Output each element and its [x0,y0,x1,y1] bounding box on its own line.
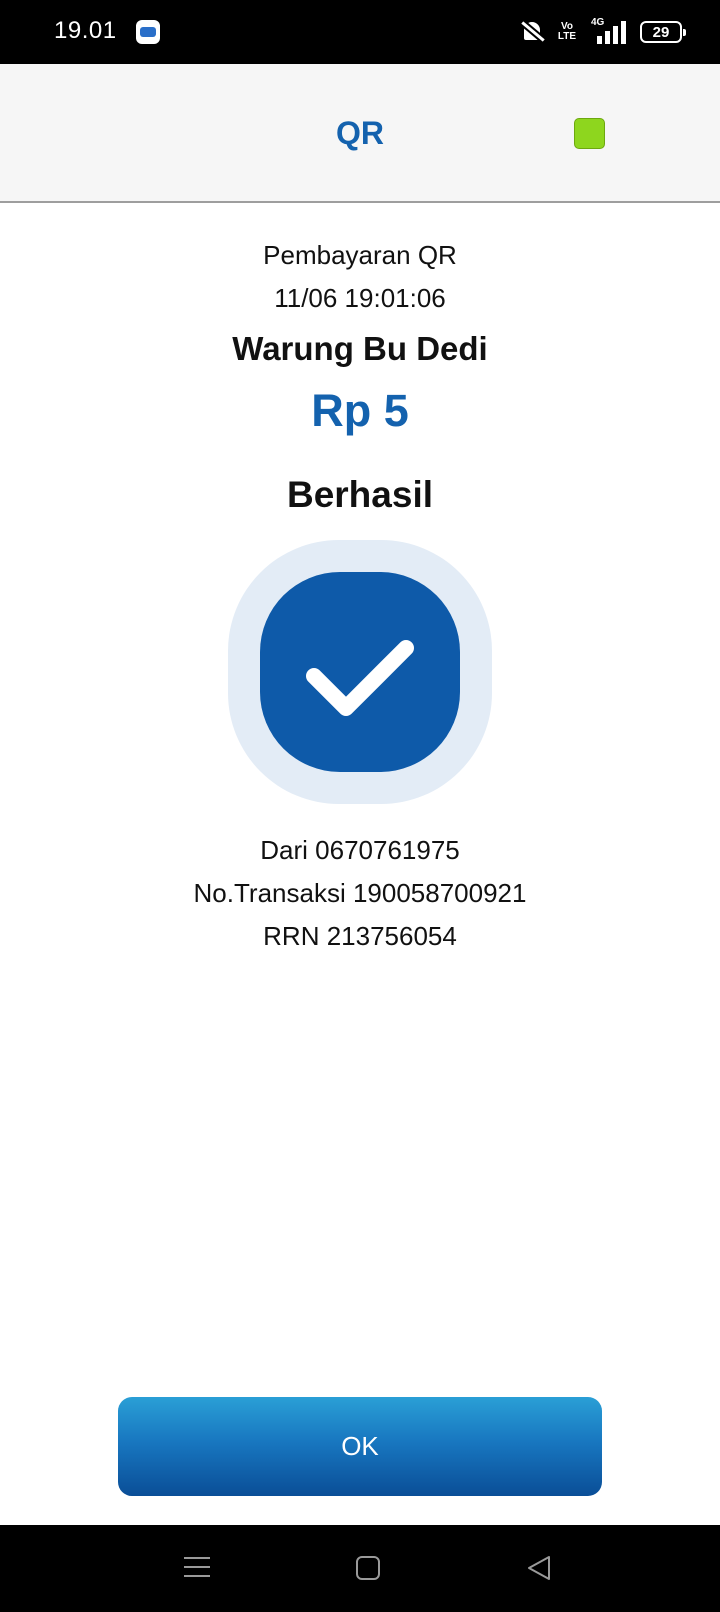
payment-datetime: 11/06 19:01:06 [274,283,446,313]
merchant-name: Warung Bu Dedi [232,330,488,367]
ok-button[interactable]: OK [118,1397,602,1496]
status-indicator [574,118,605,149]
network-type: 4G [591,17,605,28]
payer-account: Dari 0670761975 [260,835,460,865]
transaction-number: No.Transaksi 190058700921 [193,878,527,908]
app-notification-icon [136,20,160,44]
payment-status: Berhasil [286,474,433,515]
battery-icon: 29 [640,21,686,43]
menu-icon[interactable] [184,1555,210,1579]
battery-level: 29 [652,23,670,41]
volte-icon: Vo LTE [557,21,577,42]
payment-amount: Rp 5 [311,385,409,436]
checkmark-icon [260,572,460,772]
success-halo [228,540,492,804]
page-title: QR [336,115,384,151]
status-icons: Vo LTE 4G 29 [517,17,686,46]
rrn-number: RRN 213756054 [263,921,457,951]
payment-type: Pembayaran QR [263,240,457,270]
signal-icon: 4G [587,17,626,44]
back-icon[interactable] [526,1554,552,1587]
status-bar: 19.01 Vo LTE 4G 29 [0,0,720,64]
system-nav-bar [0,1525,720,1612]
mute-icon [517,19,547,45]
status-time: 19.01 [54,17,117,44]
app-header: QR [0,64,720,203]
home-icon[interactable] [356,1556,380,1580]
